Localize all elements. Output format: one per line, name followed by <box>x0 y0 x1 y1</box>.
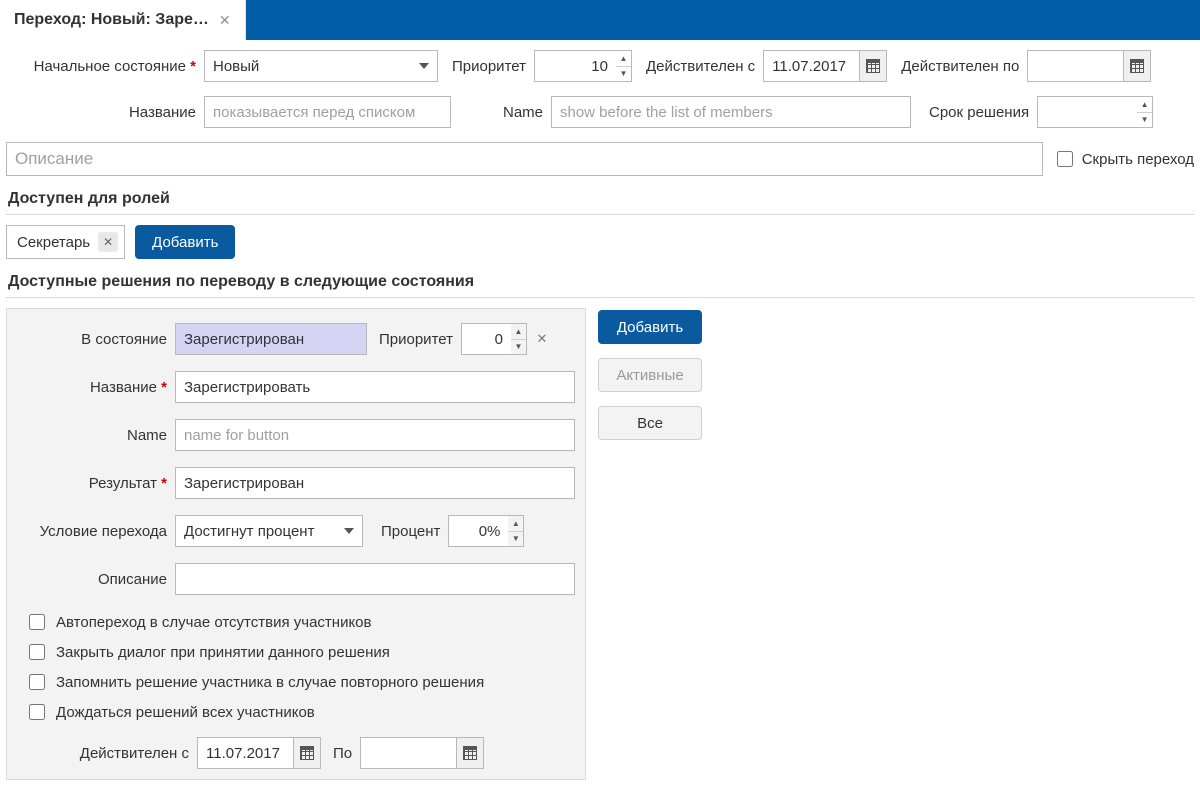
checkbox-label: Запомнить решение участника в случае пов… <box>56 674 484 691</box>
role-tag[interactable]: Секретарь ✕ <box>6 225 125 259</box>
label-valid-to: Действителен по <box>901 58 1027 75</box>
section-roles-header: Доступен для ролей <box>8 190 1194 208</box>
description-input[interactable]: Описание <box>6 142 1043 176</box>
divider <box>6 214 1194 215</box>
decision-description-input[interactable] <box>175 563 575 595</box>
decision-priority-stepper[interactable]: ▲▼ <box>461 323 527 355</box>
divider <box>6 297 1194 298</box>
checkbox-close-dialog[interactable]: Закрыть диалог при принятии данного реше… <box>17 641 575 663</box>
calendar-icon[interactable] <box>456 737 484 769</box>
active-filter-button[interactable]: Активные <box>598 358 702 392</box>
decision-name-input[interactable] <box>175 419 575 451</box>
valid-to-date[interactable] <box>1027 50 1151 82</box>
close-icon[interactable]: ✕ <box>98 232 118 252</box>
label-valid-from-2: Действителен с <box>17 745 197 762</box>
name-en-input[interactable] <box>551 96 911 128</box>
section-decisions-header: Доступные решения по переводу в следующи… <box>8 273 1194 291</box>
label-title-ru: Название <box>6 104 204 121</box>
all-filter-button[interactable]: Все <box>598 406 702 440</box>
condition-value: Достигнут процент <box>184 523 314 540</box>
label-name-en: Name <box>491 104 551 121</box>
label-priority: Приоритет <box>452 58 534 75</box>
calendar-icon[interactable] <box>859 50 887 82</box>
title-ru-input[interactable] <box>204 96 451 128</box>
label-description-2: Описание <box>17 571 175 588</box>
label-deadline: Срок решения <box>929 104 1037 121</box>
valid-from-input[interactable] <box>763 50 859 82</box>
spinner[interactable]: ▲▼ <box>508 515 524 547</box>
title-bar: Переход: Новый: Заре… ✕ <box>0 0 1200 40</box>
chevron-down-icon <box>344 528 354 534</box>
percent-input[interactable] <box>448 515 508 547</box>
decision-priority-input[interactable] <box>461 323 511 355</box>
checkbox-wait-all[interactable]: Дождаться решений всех участников <box>17 701 575 723</box>
label-initial-state: Начальное состояние * <box>6 58 204 75</box>
priority-input[interactable] <box>534 50 616 82</box>
checkbox[interactable] <box>29 614 45 630</box>
checkbox[interactable] <box>29 704 45 720</box>
label-priority-2: Приоритет <box>379 331 461 348</box>
label-condition: Условие перехода <box>17 523 175 540</box>
decision-valid-from-input[interactable] <box>197 737 293 769</box>
close-icon[interactable]: ✕ <box>533 330 551 348</box>
checkbox[interactable] <box>29 674 45 690</box>
decision-panel: В состояние Зарегистрирован Приоритет ▲▼… <box>6 308 586 780</box>
decision-side-buttons: Добавить Активные Все <box>598 308 702 440</box>
label-name-en-2: Name <box>17 427 175 444</box>
form-area: Начальное состояние * Новый Приоритет ▲▼… <box>0 40 1200 786</box>
checkbox-auto-transition[interactable]: Автопереход в случае отсутствия участник… <box>17 611 575 633</box>
decision-valid-to-input[interactable] <box>360 737 456 769</box>
priority-spinner[interactable]: ▲▼ <box>616 50 632 82</box>
checkbox-label: Автопереход в случае отсутствия участник… <box>56 614 371 631</box>
label-percent: Процент <box>381 523 448 540</box>
role-tag-label: Секретарь <box>17 234 90 251</box>
label-result: Результат * <box>17 475 175 492</box>
checkbox-remember-decision[interactable]: Запомнить решение участника в случае пов… <box>17 671 575 693</box>
decision-title-input[interactable] <box>175 371 575 403</box>
label-title-ru-2: Название * <box>17 379 175 396</box>
close-icon[interactable]: ✕ <box>217 11 233 29</box>
to-state-value: Зарегистрирован <box>184 331 304 348</box>
valid-from-date[interactable] <box>763 50 887 82</box>
initial-state-select[interactable]: Новый <box>204 50 438 82</box>
priority-stepper[interactable]: ▲▼ <box>534 50 632 82</box>
valid-to-input[interactable] <box>1027 50 1123 82</box>
spinner[interactable]: ▲▼ <box>511 323 527 355</box>
decision-result-input[interactable] <box>175 467 575 499</box>
tab-title: Переход: Новый: Заре… <box>14 11 209 29</box>
checkbox[interactable] <box>29 644 45 660</box>
add-decision-button[interactable]: Добавить <box>598 310 702 344</box>
tab-transition[interactable]: Переход: Новый: Заре… ✕ <box>0 0 246 40</box>
chevron-down-icon <box>419 63 429 69</box>
calendar-icon[interactable] <box>1123 50 1151 82</box>
checkbox-label: Закрыть диалог при принятии данного реше… <box>56 644 390 661</box>
condition-select[interactable]: Достигнут процент <box>175 515 363 547</box>
percent-stepper[interactable]: ▲▼ <box>448 515 524 547</box>
checkbox-label: Дождаться решений всех участников <box>56 704 315 721</box>
label-valid-to-short: По <box>333 745 360 762</box>
initial-state-value: Новый <box>213 58 259 75</box>
description-placeholder: Описание <box>15 149 93 169</box>
add-role-button[interactable]: Добавить <box>135 225 235 259</box>
calendar-icon[interactable] <box>293 737 321 769</box>
label-valid-from: Действителен с <box>646 58 763 75</box>
deadline-spinner[interactable]: ▲▼ <box>1137 96 1153 128</box>
label-to-state: В состояние <box>17 331 175 348</box>
hide-transition-checkbox[interactable] <box>1057 151 1073 167</box>
label-hide-transition: Скрыть переход <box>1082 151 1194 168</box>
decision-valid-to[interactable] <box>360 737 484 769</box>
deadline-stepper[interactable]: ▲▼ <box>1037 96 1153 128</box>
deadline-input[interactable] <box>1037 96 1137 128</box>
to-state-select[interactable]: Зарегистрирован <box>175 323 367 355</box>
decision-valid-from[interactable] <box>197 737 321 769</box>
